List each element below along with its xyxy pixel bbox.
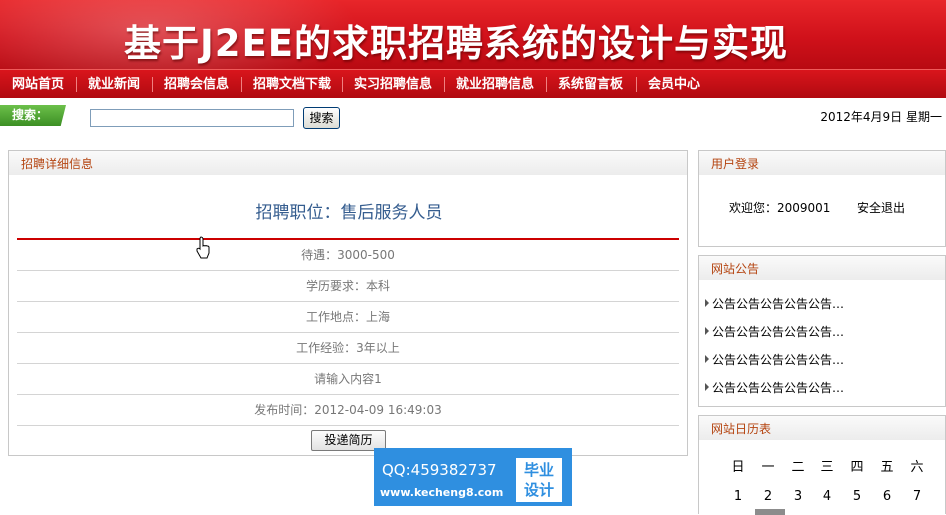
job-detail-panel: 招聘详细信息 招聘职位：售后服务人员 待遇：3000-500 学历要求：本科 工… bbox=[8, 150, 688, 456]
panel-title: 网站公告 bbox=[699, 256, 945, 280]
logout-link[interactable]: 安全退出 bbox=[857, 199, 905, 216]
job-title: 招聘职位：售后服务人员 bbox=[255, 203, 443, 223]
site-notice-panel: 网站公告 公告公告公告公告公告… 公告公告公告公告公告… 公告公告公告公告公告…… bbox=[698, 255, 946, 407]
watermark-overlay: QQ:459382737 www.kecheng8.com 毕业 设计 bbox=[374, 448, 572, 506]
nav-item-member-center[interactable]: 会员中心 bbox=[648, 70, 700, 99]
arrow-icon bbox=[705, 355, 709, 363]
calendar-day[interactable]: 6 bbox=[873, 489, 901, 504]
calendar-day[interactable]: 1 bbox=[724, 489, 752, 504]
location-row: 工作地点：上海 bbox=[17, 302, 679, 333]
search-label: 搜索： bbox=[0, 105, 66, 126]
nav-item-news[interactable]: 就业新闻 bbox=[88, 70, 140, 99]
site-banner: 基于J2EE的求职招聘系统的设计与实现 bbox=[0, 0, 946, 69]
weekday-label: 四 bbox=[850, 460, 864, 475]
search-button[interactable]: 搜索 bbox=[303, 107, 340, 129]
watermark-badge: 毕业 设计 bbox=[516, 458, 562, 502]
hand-cursor-icon bbox=[196, 236, 210, 259]
weekday-label: 五 bbox=[880, 460, 894, 475]
today-marker bbox=[755, 509, 785, 515]
main-nav: 网站首页 就业新闻 招聘会信息 招聘文档下载 实习招聘信息 就业招聘信息 系统留… bbox=[0, 69, 946, 98]
nav-separator bbox=[546, 77, 547, 92]
notice-text: 公告公告公告公告公告… bbox=[712, 353, 845, 367]
watermark-badge-line: 设计 bbox=[523, 481, 554, 499]
panel-title: 用户登录 bbox=[699, 151, 945, 175]
welcome-text: 欢迎您：2009001 bbox=[729, 201, 831, 215]
watermark-url: www.kecheng8.com bbox=[380, 486, 504, 499]
notice-text: 公告公告公告公告公告… bbox=[712, 297, 845, 311]
weekday-label: 二 bbox=[791, 460, 805, 475]
panel-title: 招聘详细信息 bbox=[9, 151, 687, 175]
education-row: 学历要求：本科 bbox=[17, 271, 679, 302]
nav-separator bbox=[444, 77, 445, 92]
nav-item-internships[interactable]: 实习招聘信息 bbox=[354, 70, 432, 99]
search-input[interactable] bbox=[90, 109, 294, 127]
nav-separator bbox=[152, 77, 153, 92]
calendar-panel: 网站日历表 日 一 二 三 四 五 六 1 2 3 4 5 6 7 bbox=[698, 415, 946, 515]
nav-item-job-fair[interactable]: 招聘会信息 bbox=[164, 70, 229, 99]
arrow-icon bbox=[705, 327, 709, 335]
notice-item[interactable]: 公告公告公告公告公告… bbox=[705, 351, 844, 368]
search-bar: 搜索： 搜索 2012年4月9日 星期一 bbox=[0, 99, 946, 135]
arrow-icon bbox=[705, 383, 709, 391]
calendar-day[interactable]: 2 bbox=[754, 489, 782, 504]
notice-item[interactable]: 公告公告公告公告公告… bbox=[705, 379, 844, 396]
weekday-label: 三 bbox=[820, 460, 834, 475]
watermark-qq: QQ:459382737 bbox=[382, 461, 497, 479]
nav-separator bbox=[76, 77, 77, 92]
arrow-icon bbox=[705, 299, 709, 307]
panel-title: 网站日历表 bbox=[699, 416, 945, 440]
publish-time-row: 发布时间：2012-04-09 16:49:03 bbox=[17, 395, 679, 426]
weekday-label: 六 bbox=[910, 460, 924, 475]
salary-row: 待遇：3000-500 bbox=[17, 240, 679, 271]
nav-separator bbox=[342, 77, 343, 92]
experience-row: 工作经验：3年以上 bbox=[17, 333, 679, 364]
site-title: 基于J2EE的求职招聘系统的设计与实现 bbox=[124, 22, 789, 65]
calendar-day[interactable]: 3 bbox=[784, 489, 812, 504]
watermark-badge-line: 毕业 bbox=[523, 461, 554, 479]
notice-item[interactable]: 公告公告公告公告公告… bbox=[705, 323, 844, 340]
notice-text: 公告公告公告公告公告… bbox=[712, 381, 845, 395]
notice-text: 公告公告公告公告公告… bbox=[712, 325, 845, 339]
nav-separator bbox=[636, 77, 637, 92]
calendar-day[interactable]: 7 bbox=[903, 489, 931, 504]
nav-item-documents[interactable]: 招聘文档下载 bbox=[253, 70, 331, 99]
weekday-label: 日 bbox=[731, 460, 745, 475]
weekday-label: 一 bbox=[761, 460, 775, 475]
notice-item[interactable]: 公告公告公告公告公告… bbox=[705, 295, 844, 312]
content-row: 请输入内容1 bbox=[17, 364, 679, 395]
nav-item-home[interactable]: 网站首页 bbox=[12, 70, 64, 99]
nav-separator bbox=[241, 77, 242, 92]
nav-item-jobs[interactable]: 就业招聘信息 bbox=[456, 70, 534, 99]
calendar-day[interactable]: 4 bbox=[813, 489, 841, 504]
current-date: 2012年4月9日 星期一 bbox=[820, 110, 942, 124]
calendar-day[interactable]: 5 bbox=[843, 489, 871, 504]
user-login-panel: 用户登录 欢迎您：2009001 安全退出 bbox=[698, 150, 946, 247]
nav-item-guestbook[interactable]: 系统留言板 bbox=[558, 70, 623, 99]
